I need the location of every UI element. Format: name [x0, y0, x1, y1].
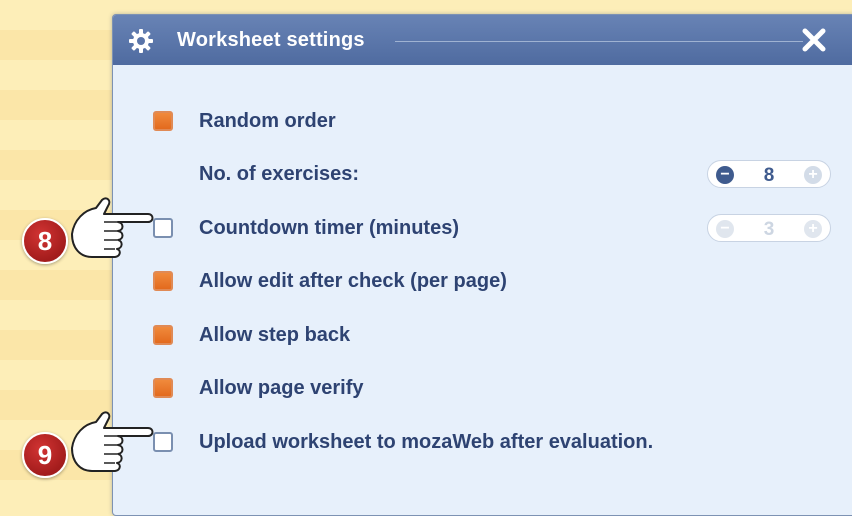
exercises-stepper[interactable]: − 8 + [707, 160, 831, 188]
random-order-checkbox[interactable] [153, 111, 173, 131]
title-divider [395, 41, 803, 42]
allow-page-verify-checkbox[interactable] [153, 378, 173, 398]
countdown-timer-label: Countdown timer (minutes) [199, 216, 459, 239]
dialog-titlebar: Worksheet settings [113, 15, 852, 65]
pointing-hand-icon [71, 411, 154, 472]
upload-worksheet-label: Upload worksheet to mozaWeb after evalua… [199, 430, 654, 453]
random-order-label: Random order [199, 109, 336, 132]
upload-worksheet-checkbox[interactable] [153, 432, 173, 452]
option-countdown-timer[interactable]: Countdown timer (minutes) [153, 214, 459, 242]
timer-stepper: − 3 + [707, 214, 831, 242]
callout-8: 8 [22, 196, 154, 276]
close-icon[interactable] [799, 25, 829, 55]
allow-edit-label: Allow edit after check (per page) [199, 269, 507, 292]
allow-edit-checkbox[interactable] [153, 271, 173, 291]
exercises-increment-button[interactable]: + [804, 166, 822, 184]
countdown-timer-checkbox[interactable] [153, 218, 173, 238]
callout-9: 9 [22, 410, 154, 490]
callout-9-badge: 9 [22, 432, 68, 478]
allow-step-back-checkbox[interactable] [153, 325, 173, 345]
exercises-row: No. of exercises: [199, 160, 359, 188]
callout-8-badge: 8 [22, 218, 68, 264]
option-allow-step-back[interactable]: Allow step back [153, 321, 350, 349]
pointing-hand-icon [71, 197, 154, 258]
dialog-title: Worksheet settings [177, 29, 365, 51]
gear-icon[interactable] [127, 27, 155, 55]
option-upload-worksheet[interactable]: Upload worksheet to mozaWeb after evalua… [153, 428, 653, 456]
option-random-order[interactable]: Random order [153, 107, 336, 135]
option-allow-edit[interactable]: Allow edit after check (per page) [153, 267, 507, 295]
allow-page-verify-label: Allow page verify [199, 376, 364, 399]
option-allow-page-verify[interactable]: Allow page verify [153, 374, 364, 402]
worksheet-settings-dialog: Worksheet settings Random order No. of e… [112, 14, 852, 516]
exercises-label: No. of exercises: [199, 162, 360, 185]
allow-step-back-label: Allow step back [199, 323, 351, 346]
timer-increment-button: + [804, 220, 822, 238]
